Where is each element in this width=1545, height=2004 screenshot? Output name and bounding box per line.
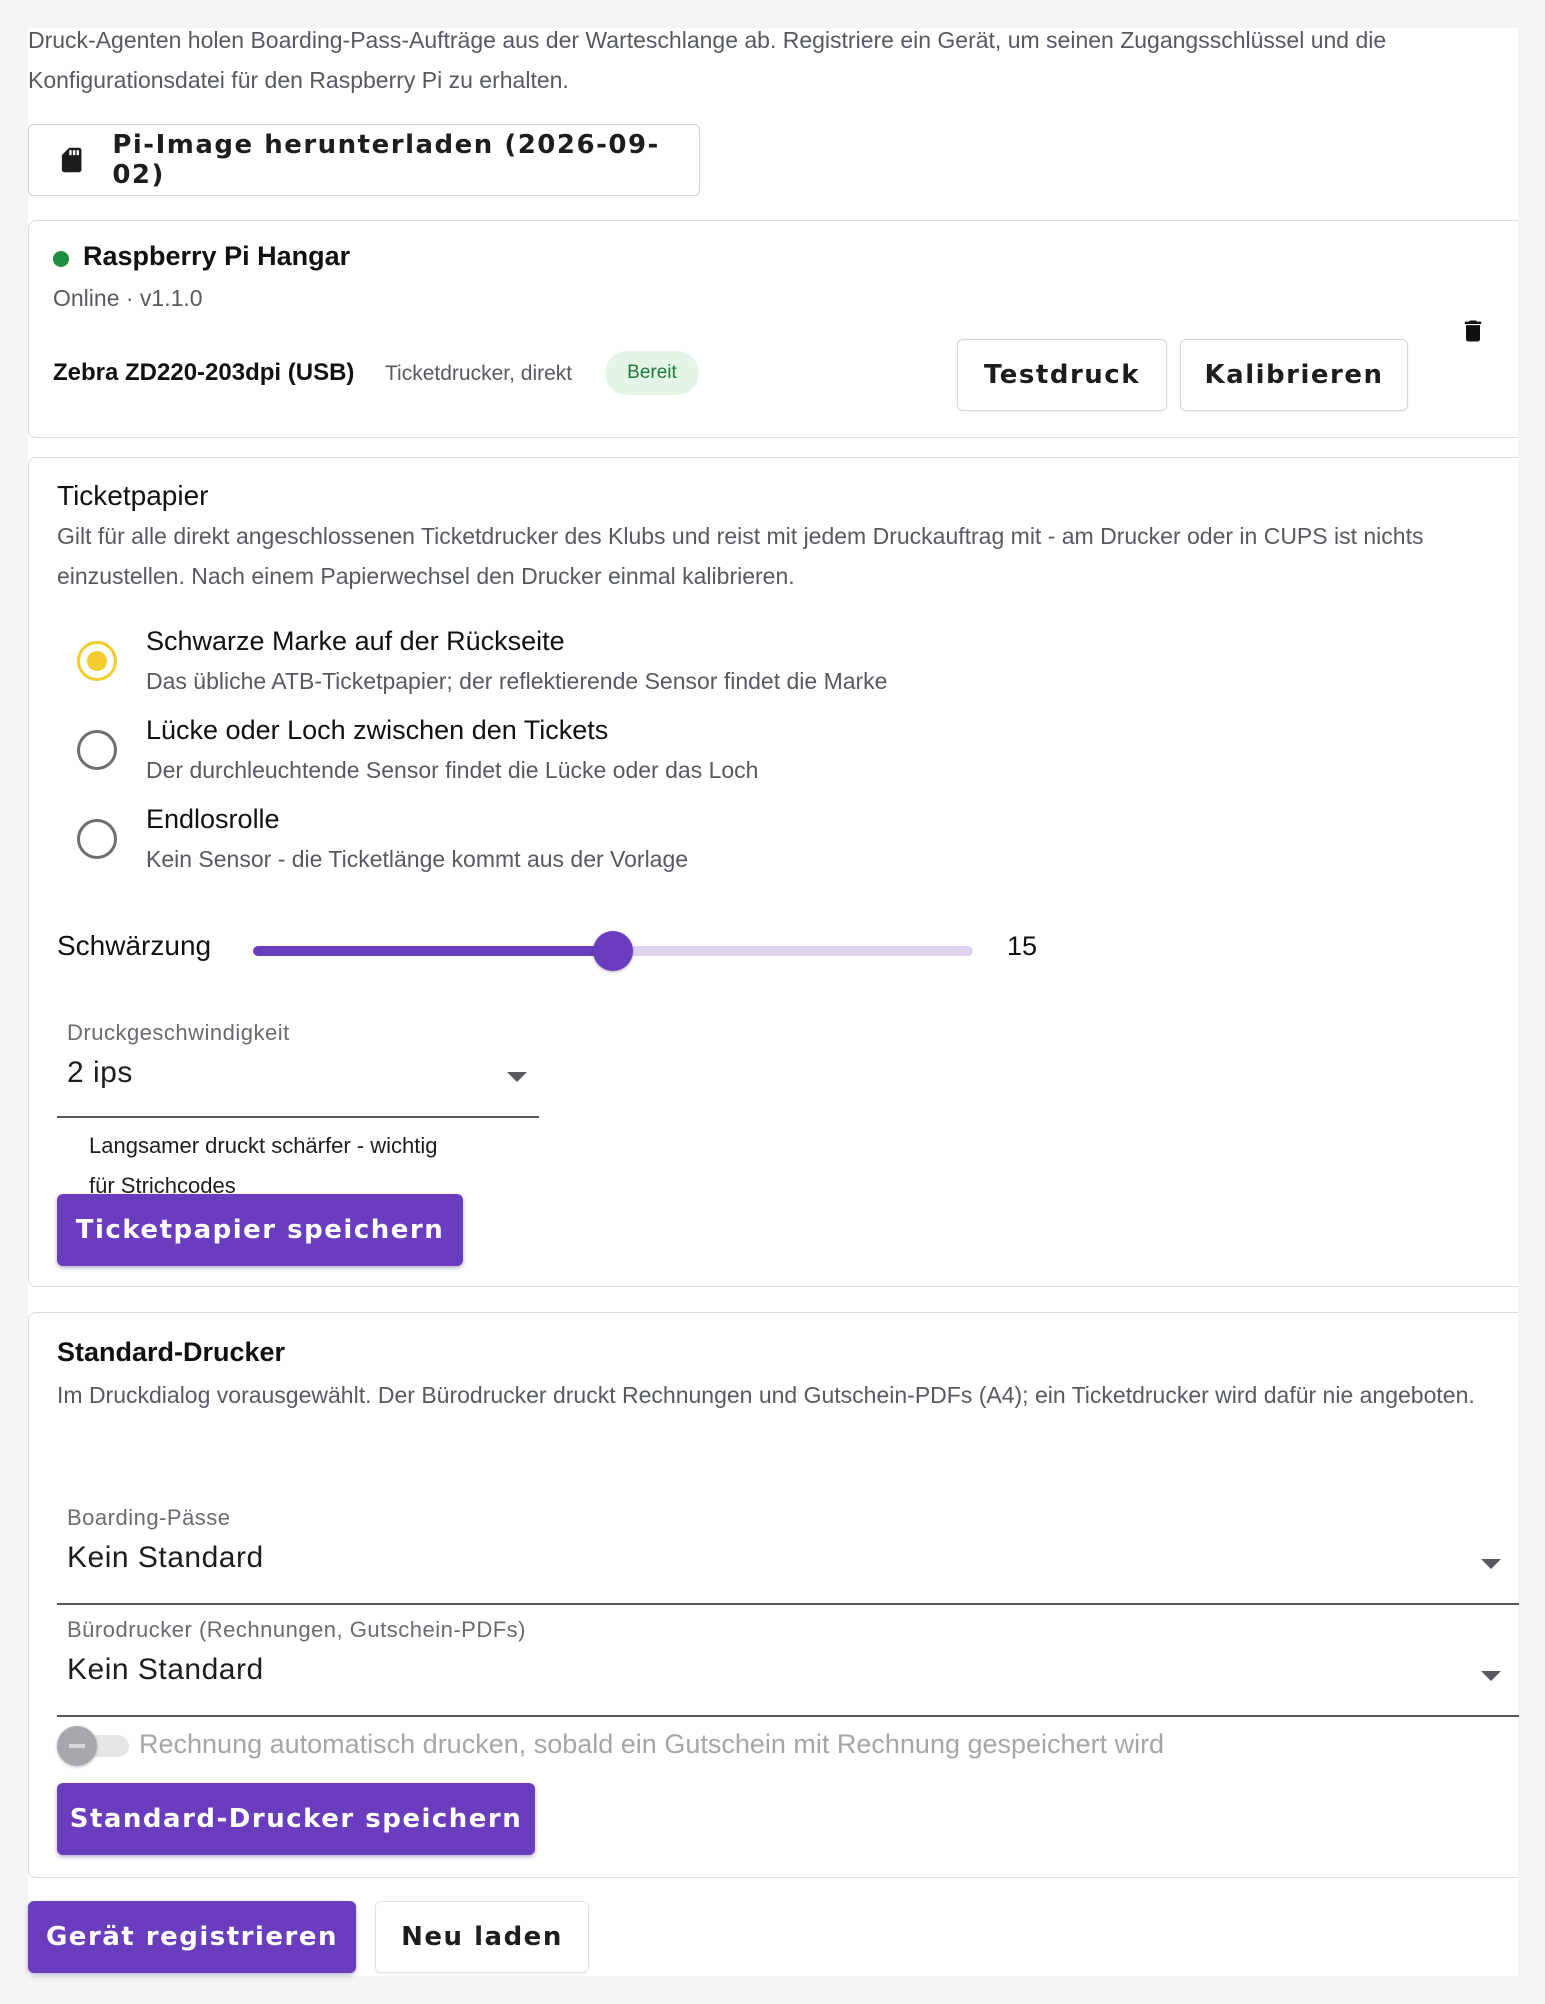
office-select[interactable]: Bürodrucker (Rechnungen, Gutschein-PDFs)…	[57, 1607, 1519, 1719]
office-chevron-down-icon	[1481, 1671, 1501, 1681]
option-continuous-subtitle: Kein Sensor - die Ticketlänge kommt aus …	[146, 846, 689, 872]
device-status: Online · v1.1.0	[53, 285, 203, 311]
boarding-underline	[57, 1603, 1519, 1605]
save-ticket-paper-button[interactable]: Ticketpapier speichern	[57, 1194, 463, 1266]
sd-card-icon	[61, 147, 82, 173]
disabled-minus-icon	[69, 1744, 85, 1748]
trash-icon[interactable]	[1459, 313, 1487, 349]
test-print-button[interactable]: Testdruck	[957, 339, 1167, 411]
option-gap-subtitle: Der durchleuchtende Sensor findet die Lü…	[146, 757, 759, 783]
printer-name: Zebra ZD220-203dpi (USB)	[53, 359, 355, 386]
default-printer-title: Standard-Drucker	[57, 1337, 286, 1367]
option-continuous-title: Endlosrolle	[146, 804, 280, 834]
darkness-slider-buffer	[253, 946, 613, 956]
default-printer-card: Standard-Drucker Im Druckdialog vorausge…	[28, 1312, 1519, 1878]
auto-print-toggle[interactable]	[57, 1726, 129, 1766]
save-default-printer-button[interactable]: Standard-Drucker speichern	[57, 1783, 535, 1855]
auto-print-toggle-knob	[57, 1726, 97, 1766]
speed-chevron-down-icon	[507, 1072, 527, 1082]
ticket-paper-card: Ticketpapier Gilt für alle direkt angesc…	[28, 457, 1518, 1287]
default-printer-description: Im Druckdialog vorausgewählt. Der Bürodr…	[57, 1382, 1475, 1408]
auto-print-label: Rechnung automatisch drucken, sobald ein…	[139, 1729, 1165, 1759]
darkness-value: 15	[1007, 931, 1038, 961]
darkness-label: Schwärzung	[57, 930, 212, 961]
printer-type: Ticketdrucker, direkt	[385, 362, 573, 385]
reload-button[interactable]: Neu laden	[375, 1901, 589, 1973]
device-card: Raspberry Pi Hangar Online · v1.1.0 Zebr…	[28, 220, 1518, 438]
radio-gap[interactable]	[77, 730, 117, 770]
office-underline	[57, 1715, 1519, 1717]
radio-continuous[interactable]	[77, 819, 117, 859]
ticket-paper-title: Ticketpapier	[57, 480, 209, 511]
office-value: Kein Standard	[67, 1653, 264, 1686]
online-status-dot	[53, 251, 69, 267]
speed-label: Druckgeschwindigkeit	[67, 1020, 290, 1045]
boarding-label: Boarding-Pässe	[67, 1505, 231, 1530]
calibrate-button[interactable]: Kalibrieren	[1180, 339, 1408, 411]
speed-value: 2 ips	[67, 1056, 133, 1089]
download-image-label: Pi-Image herunterladen (2026-09-02)	[112, 130, 660, 190]
printer-status-badge: Bereit	[605, 351, 699, 395]
radio-black-mark[interactable]	[77, 641, 117, 681]
device-name: Raspberry Pi Hangar	[83, 241, 351, 271]
option-black-mark-title: Schwarze Marke auf der Rückseite	[146, 626, 565, 656]
boarding-value: Kein Standard	[67, 1541, 264, 1574]
intro-text: Druck-Agenten holen Boarding-Pass-Aufträ…	[28, 27, 1387, 93]
boarding-chevron-down-icon	[1481, 1559, 1501, 1569]
boarding-select[interactable]: Boarding-Pässe Kein Standard	[57, 1495, 1519, 1607]
speed-underline	[57, 1116, 539, 1118]
speed-select[interactable]: Druckgeschwindigkeit 2 ips	[57, 1008, 539, 1120]
register-device-button[interactable]: Gerät registrieren	[28, 1901, 356, 1973]
office-label: Bürodrucker (Rechnungen, Gutschein-PDFs)	[67, 1617, 526, 1642]
option-black-mark-subtitle: Das übliche ATB-Ticketpapier; der reflek…	[146, 668, 888, 694]
download-image-button[interactable]: Pi-Image herunterladen (2026-09-02)	[28, 124, 700, 196]
darkness-slider[interactable]	[253, 931, 973, 971]
option-gap-title: Lücke oder Loch zwischen den Tickets	[146, 715, 609, 745]
darkness-slider-thumb[interactable]	[593, 931, 633, 971]
ticket-paper-description: Gilt für alle direkt angeschlossenen Tic…	[57, 523, 1424, 589]
